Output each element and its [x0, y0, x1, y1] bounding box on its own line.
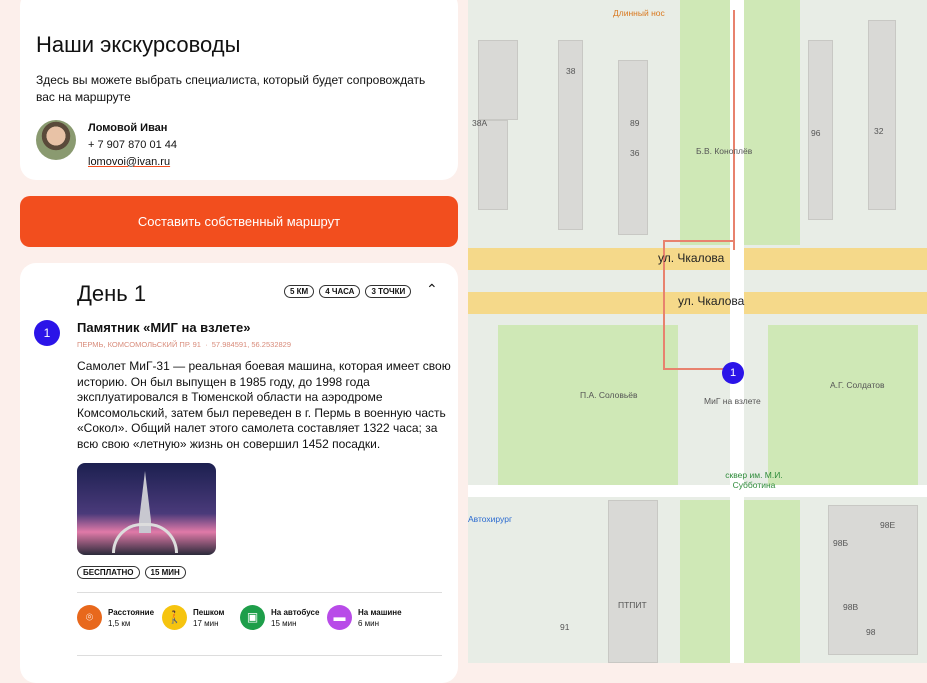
poi-autohirurg[interactable]: Автохирург — [468, 514, 512, 524]
building-number: 98Б — [833, 538, 849, 548]
tag-price: БЕСПЛАТНО — [77, 566, 140, 579]
map-marker[interactable]: 1 — [722, 362, 744, 384]
point-photo[interactable] — [77, 463, 216, 555]
street-label: ул. Чкалова — [658, 251, 725, 265]
building-number: 38 — [566, 66, 576, 76]
guides-card: Наши экскурсоводы Здесь вы можете выбрат… — [20, 0, 458, 180]
guide-item[interactable]: Ломовой Иван + 7 907 870 01 44 lomovoi@i… — [36, 120, 442, 171]
poi-solovev[interactable]: П.А. Соловьёв — [580, 390, 638, 400]
map[interactable]: Длинный нос 38 38А 89 36 Б.В. Коноплёв 9… — [468, 0, 927, 663]
poi-dlinny-nos[interactable]: Длинный нос — [613, 8, 665, 18]
poi-mig[interactable]: МиГ на взлете — [704, 396, 761, 406]
building-number: 98Е — [880, 520, 896, 530]
building-number: 89 — [630, 118, 640, 128]
point-description: Самолет МиГ-31 — реальная боевая машина,… — [77, 359, 451, 451]
guides-description: Здесь вы можете выбрать специалиста, кот… — [36, 73, 426, 104]
building-number: 38А — [472, 118, 488, 128]
building-number: 98 — [866, 627, 876, 637]
point-address: ПЕРМЬ, КОМСОМОЛЬСКИЙ ПР. 91 — [77, 340, 201, 349]
stat-distance: ⌾ Расстояние 1,5 км — [77, 605, 162, 630]
day-title: День 1 — [77, 281, 147, 306]
guides-title: Наши экскурсоводы — [36, 32, 241, 57]
location-pin-icon: ⌾ — [77, 605, 102, 630]
building-number: 32 — [874, 126, 884, 136]
chip-duration: 4 ЧАСА — [319, 285, 361, 298]
divider — [77, 592, 442, 593]
guide-name: Ломовой Иван — [88, 122, 168, 134]
separator: · — [205, 340, 208, 349]
poi-konoplev[interactable]: Б.В. Коноплёв — [696, 146, 752, 156]
point-coords: 57.984591, 56.2532829 — [211, 340, 292, 349]
divider — [77, 655, 442, 656]
tag-time: 15 МИН — [144, 566, 186, 579]
chip-distance: 5 КМ — [284, 285, 315, 298]
stat-walk: 🚶 Пешком 17 мин — [162, 605, 240, 630]
car-icon: ▬ — [327, 605, 352, 630]
poi-soldatov[interactable]: А.Г. Солдатов — [830, 380, 885, 390]
point-name[interactable]: Памятник «МИГ на взлете» — [77, 320, 250, 335]
left-panel: Наши экскурсоводы Здесь вы можете выбрат… — [0, 0, 468, 683]
avatar — [36, 120, 76, 160]
building-number: 36 — [630, 148, 640, 158]
street-label: ул. Чкалова — [678, 294, 745, 308]
point-number: 1 — [34, 320, 60, 346]
stat-car: ▬ На машине 6 мин — [327, 605, 402, 630]
guide-email[interactable]: lomovoi@ivan.ru — [88, 154, 177, 171]
building-number: 91 — [560, 622, 570, 632]
guide-phone[interactable]: + 7 907 870 01 44 — [88, 137, 177, 154]
collapse-chevron-icon[interactable]: ⌃ — [426, 281, 438, 298]
walk-icon: 🚶 — [162, 605, 187, 630]
building-number: 98В — [843, 602, 859, 612]
stat-bus: ▣ На автобусе 15 мин — [240, 605, 327, 630]
custom-route-button[interactable]: Составить собственный маршрут — [20, 196, 458, 247]
building-number: 96 — [811, 128, 821, 138]
bus-icon: ▣ — [240, 605, 265, 630]
day-card: День 1 5 КМ 4 ЧАСА 3 ТОЧКИ ⌃ 1 Памятник … — [20, 263, 458, 683]
poi-ptpit[interactable]: ПТПИТ — [618, 600, 647, 610]
poi-skver[interactable]: сквер им. М.И. Субботина — [714, 470, 794, 490]
chip-points: 3 ТОЧКИ — [365, 285, 412, 298]
